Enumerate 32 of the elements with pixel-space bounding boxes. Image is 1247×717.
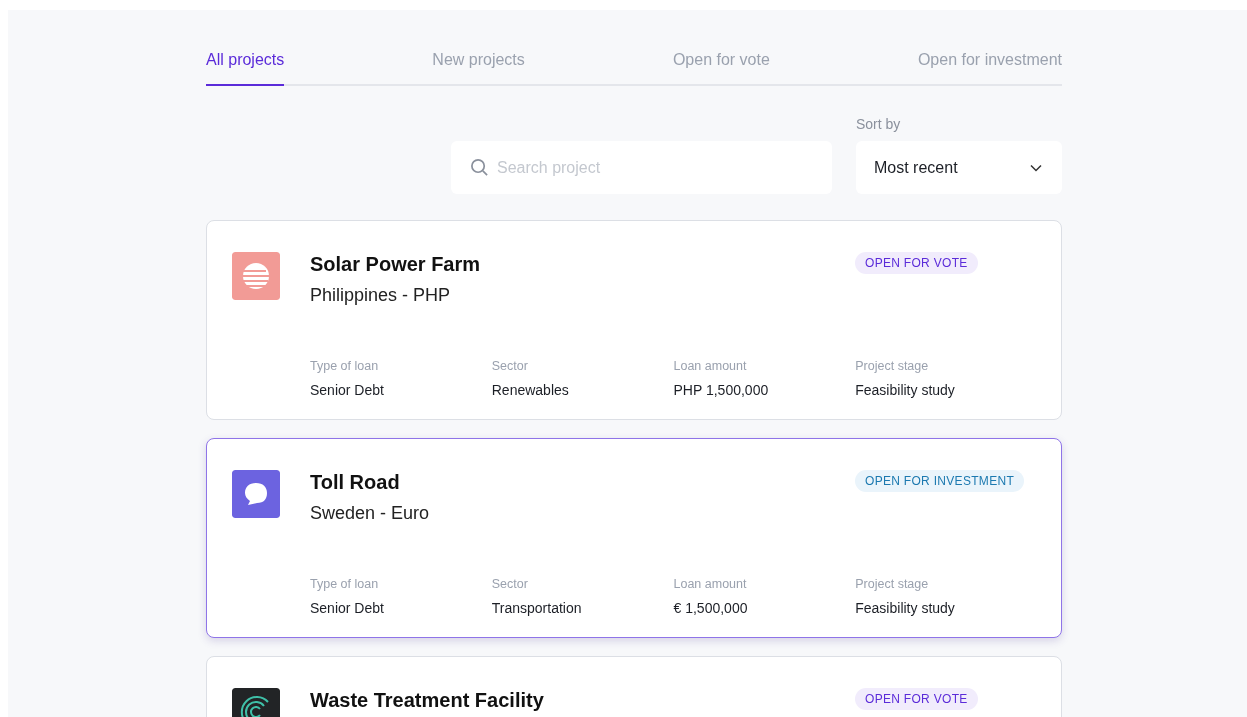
detail-label: Project stage xyxy=(855,576,930,593)
detail-label: Project stage xyxy=(855,358,930,375)
project-location: Philippines - PHP xyxy=(310,284,452,307)
detail-value: Senior Debt xyxy=(310,598,385,618)
detail-label: Sector xyxy=(491,358,529,375)
status-badge: OPEN FOR VOTE xyxy=(855,252,978,274)
detail-value: Feasibility study xyxy=(855,380,956,400)
detail-value: € 1,500,000 xyxy=(673,598,749,618)
detail-value: PHP 1,500,000 xyxy=(673,380,770,400)
detail-value: Senior Debt xyxy=(310,380,385,400)
detail-label: Type of loan xyxy=(310,576,380,593)
detail-label: Sector xyxy=(491,576,529,593)
project-title: Toll Road xyxy=(310,470,401,494)
detail-value: Feasibility study xyxy=(855,598,956,618)
detail-value: Renewables xyxy=(491,380,570,400)
project-card[interactable]: Waste Treatment Facility OPEN FOR VOTE xyxy=(206,656,1062,717)
detail-label: Loan amount xyxy=(673,576,748,593)
chevron-down-icon xyxy=(1030,163,1042,172)
project-location: Sweden - Euro xyxy=(310,502,431,525)
status-badge: OPEN FOR INVESTMENT xyxy=(855,470,1025,492)
search-field[interactable]: Search project xyxy=(451,141,832,194)
detail-label: Type of loan xyxy=(310,358,380,375)
sort-dropdown[interactable]: Most recent xyxy=(856,141,1062,194)
detail-label: Loan amount xyxy=(673,358,748,375)
project-title: Solar Power Farm xyxy=(310,252,482,276)
project-card[interactable]: Toll Road Sweden - Euro OPEN FOR INVESTMENT Type of loan Senior Debt Sector Transportation Loan amount € 1,500,000 Project stage Feasibility study xyxy=(206,438,1062,638)
status-badge: OPEN FOR VOTE xyxy=(855,688,978,710)
project-card[interactable]: Solar Power Farm Philippines - PHP OPEN FOR VOTE Type of loan Senior Debt Sector Renewables Loan amount PHP 1,500,000 Project stage Feasibility study xyxy=(206,220,1062,420)
tab[interactable]: All projects xyxy=(206,48,285,86)
sort-label: Sort by xyxy=(856,115,902,134)
detail-value: Transportation xyxy=(491,598,583,618)
project-title: Waste Treatment Facility xyxy=(310,688,545,712)
